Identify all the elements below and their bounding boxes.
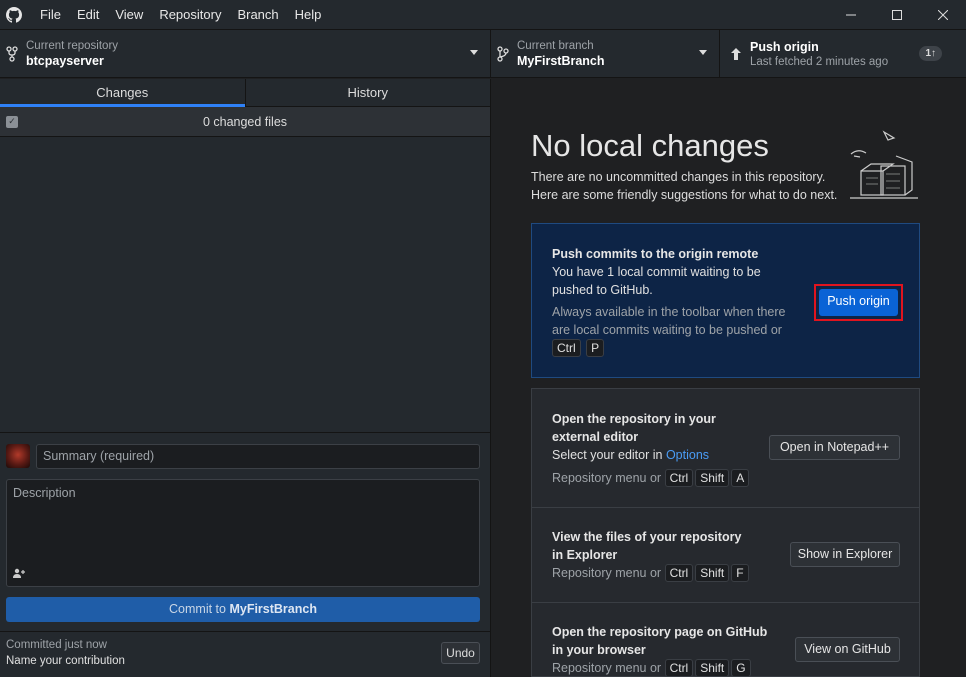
commit-description-input[interactable]: Description bbox=[6, 479, 480, 587]
push-card-body: You have 1 local commit waiting to be pu… bbox=[552, 265, 761, 297]
toolbar: Current repository btcpayserver Current … bbox=[0, 29, 966, 78]
push-card-hint-text: Always available in the toolbar when the… bbox=[552, 305, 786, 337]
changes-list-header: ✓ 0 changed files bbox=[0, 107, 490, 137]
commit-button-branch: MyFirstBranch bbox=[229, 602, 317, 616]
description-line-2: Here are some friendly suggestions for w… bbox=[531, 188, 838, 202]
push-card-hint: Always available in the toolbar when the… bbox=[552, 303, 802, 357]
open-in-editor-button[interactable]: Open in Notepad++ bbox=[769, 435, 900, 460]
panel-tabs: Changes History bbox=[0, 79, 490, 107]
explorer-card-hint-text: Repository menu or bbox=[552, 566, 662, 580]
last-fetched-label: Last fetched 2 minutes ago bbox=[750, 55, 889, 68]
branch-icon bbox=[491, 45, 515, 62]
chevron-down-icon bbox=[699, 50, 707, 55]
avatar bbox=[6, 444, 30, 468]
tab-history[interactable]: History bbox=[246, 79, 491, 106]
close-button[interactable] bbox=[920, 0, 966, 29]
menu-file[interactable]: File bbox=[32, 0, 69, 29]
commit-button[interactable]: Commit to MyFirstBranch bbox=[6, 597, 480, 622]
github-logo-icon bbox=[6, 6, 22, 23]
undo-button[interactable]: Undo bbox=[441, 642, 480, 664]
arrow-up-icon bbox=[724, 47, 748, 61]
menu-view[interactable]: View bbox=[107, 0, 151, 29]
show-in-explorer-button[interactable]: Show in Explorer bbox=[790, 542, 900, 567]
github-card-hint: Repository menu or Ctrl Shift G bbox=[552, 659, 772, 676]
current-branch-button[interactable]: Current branch MyFirstBranch bbox=[491, 30, 720, 77]
push-origin-toolbar-button[interactable]: Push origin Last fetched 2 minutes ago 1… bbox=[720, 30, 966, 77]
push-card-title: Push commits to the origin remote bbox=[552, 247, 759, 261]
tab-changes[interactable]: Changes bbox=[0, 79, 246, 107]
editor-card-body: Select your editor in Options bbox=[552, 446, 752, 464]
shortcut-key-ctrl: Ctrl bbox=[664, 659, 694, 676]
chevron-down-icon bbox=[470, 50, 478, 55]
ahead-count-badge: 1↑ bbox=[919, 46, 942, 61]
maximize-icon bbox=[892, 9, 902, 20]
push-origin-highlight: Push origin bbox=[814, 284, 903, 321]
menu-branch[interactable]: Branch bbox=[229, 0, 286, 29]
current-branch-name: MyFirstBranch bbox=[517, 53, 605, 68]
description-placeholder: Description bbox=[13, 486, 76, 500]
shortcut-key-shift: Shift bbox=[695, 469, 730, 487]
commit-button-prefix: Commit to bbox=[169, 602, 230, 616]
shortcut-key-ctrl: Ctrl bbox=[664, 564, 694, 582]
page-title: No local changes bbox=[531, 128, 769, 163]
last-commit-title: Name your contribution bbox=[6, 655, 125, 667]
github-card-hint-text: Repository menu or bbox=[552, 661, 662, 675]
view-on-github-button[interactable]: View on GitHub bbox=[795, 637, 900, 662]
commit-form: Summary (required) Description Commit to… bbox=[0, 432, 490, 632]
shortcut-key-f: F bbox=[731, 564, 749, 582]
options-link[interactable]: Options bbox=[666, 448, 709, 462]
shortcut-key-shift: Shift bbox=[695, 659, 730, 676]
editor-card-body-text: Select your editor in bbox=[552, 448, 666, 462]
close-icon bbox=[938, 9, 948, 20]
push-commits-card: Push commits to the origin remote You ha… bbox=[531, 223, 920, 378]
push-origin-button[interactable]: Push origin bbox=[819, 289, 898, 316]
repo-fork-icon bbox=[0, 45, 24, 62]
menu-repository[interactable]: Repository bbox=[151, 0, 229, 29]
no-changes-view: No local changes There are no uncommitte… bbox=[491, 79, 966, 677]
shortcut-key-a: A bbox=[731, 469, 750, 487]
add-coauthor-icon[interactable] bbox=[12, 568, 26, 581]
suggestions-list: Open the repository in your external edi… bbox=[531, 388, 920, 677]
current-branch-label: Current branch bbox=[517, 39, 594, 52]
editor-card-hint-text: Repository menu or bbox=[552, 471, 662, 485]
maximize-button[interactable] bbox=[874, 0, 920, 29]
minimize-icon bbox=[846, 14, 856, 15]
editor-card-hint: Repository menu or Ctrl Shift A bbox=[552, 469, 752, 487]
menu-help[interactable]: Help bbox=[287, 0, 330, 29]
commit-summary-input[interactable]: Summary (required) bbox=[36, 444, 480, 469]
window-controls bbox=[828, 0, 966, 29]
description-line-1: There are no uncommitted changes in this… bbox=[531, 170, 826, 184]
explorer-card-title: View the files of your repository in Exp… bbox=[552, 530, 742, 562]
menu-edit[interactable]: Edit bbox=[69, 0, 107, 29]
push-origin-title: Push origin bbox=[750, 39, 819, 54]
undo-commit-bar: Committed just now Name your contributio… bbox=[0, 631, 490, 677]
empty-boxes-illustration-icon bbox=[850, 130, 918, 199]
suggestion-view-github: Open the repository page on GitHub in yo… bbox=[532, 603, 919, 676]
title-bar: File Edit View Repository Branch Help bbox=[0, 0, 966, 29]
page-description: There are no uncommitted changes in this… bbox=[531, 168, 851, 204]
github-card-title: Open the repository page on GitHub in yo… bbox=[552, 625, 768, 657]
editor-card-title: Open the repository in your external edi… bbox=[552, 412, 716, 444]
shortcut-key-p: P bbox=[586, 339, 605, 357]
shortcut-key-shift: Shift bbox=[695, 564, 730, 582]
suggestion-show-explorer: View the files of your repository in Exp… bbox=[532, 508, 919, 603]
shortcut-key-ctrl: Ctrl bbox=[664, 469, 694, 487]
shortcut-key-g: G bbox=[731, 659, 751, 676]
current-repository-button[interactable]: Current repository btcpayserver bbox=[0, 30, 491, 77]
shortcut-key-ctrl: Ctrl bbox=[552, 339, 581, 357]
changes-list bbox=[0, 137, 490, 431]
minimize-button[interactable] bbox=[828, 0, 874, 29]
current-repository-label: Current repository bbox=[26, 39, 119, 52]
suggestion-open-editor: Open the repository in your external edi… bbox=[532, 389, 919, 508]
last-commit-time: Committed just now bbox=[6, 639, 107, 651]
current-repository-name: btcpayserver bbox=[26, 53, 104, 68]
changed-files-count: 0 changed files bbox=[202, 114, 288, 129]
changes-panel: Changes History ✓ 0 changed files Summar… bbox=[0, 79, 490, 677]
explorer-card-hint: Repository menu or Ctrl Shift F bbox=[552, 564, 752, 582]
